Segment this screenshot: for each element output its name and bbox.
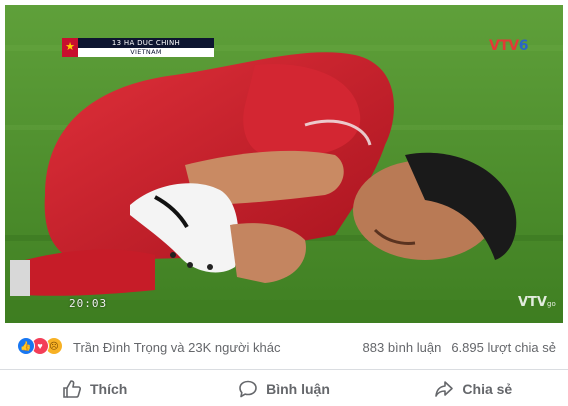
reaction-icons[interactable]: 👍 ♥ ☹ — [17, 337, 63, 355]
reaction-summary[interactable]: Trần Đình Trọng và 23K người khác — [73, 340, 281, 355]
like-button-label: Thích — [89, 381, 128, 397]
share-button[interactable]: Chia sẻ — [379, 372, 568, 406]
vtvgo-watermark: VTVgo — [518, 295, 556, 310]
post-stats-bar: 👍 ♥ ☹ Trần Đình Trọng và 23K người khác … — [0, 324, 568, 370]
comment-icon — [239, 380, 257, 398]
channel-logo-part1: VTV — [489, 38, 519, 54]
lower-third-team: VIETNAM — [78, 48, 214, 57]
share-arrow-icon — [435, 381, 454, 397]
post-action-bar: Thích Bình luận Chia sẻ — [0, 372, 568, 406]
watermark-sub: go — [547, 300, 556, 308]
match-clock: 20:03 — [69, 297, 108, 310]
share-count[interactable]: 6.895 lượt chia sẻ — [451, 340, 556, 355]
channel-logo-part2: 6 — [518, 38, 529, 54]
watermark-main: VTV — [518, 295, 547, 310]
comment-button[interactable]: Bình luận — [189, 372, 378, 406]
player-lower-third: ★ 13 HA DUC CHINH VIETNAM — [62, 38, 214, 57]
share-button-label: Chia sẻ — [462, 381, 513, 397]
lower-third-player-name: 13 HA DUC CHINH — [78, 38, 214, 48]
like-button[interactable]: Thích — [0, 372, 189, 406]
facebook-post: ★ 13 HA DUC CHINH VIETNAM VTV6 20:03 VTV… — [0, 0, 568, 406]
comment-button-label: Bình luận — [266, 381, 330, 397]
thumbs-up-icon — [63, 380, 81, 398]
vietnam-flag-icon: ★ — [62, 38, 78, 57]
post-video[interactable]: ★ 13 HA DUC CHINH VIETNAM VTV6 20:03 VTV… — [5, 5, 563, 323]
like-reaction-icon: 👍 — [17, 337, 35, 355]
channel-logo: VTV6 — [489, 38, 528, 54]
comment-count[interactable]: 883 bình luận — [363, 340, 442, 355]
